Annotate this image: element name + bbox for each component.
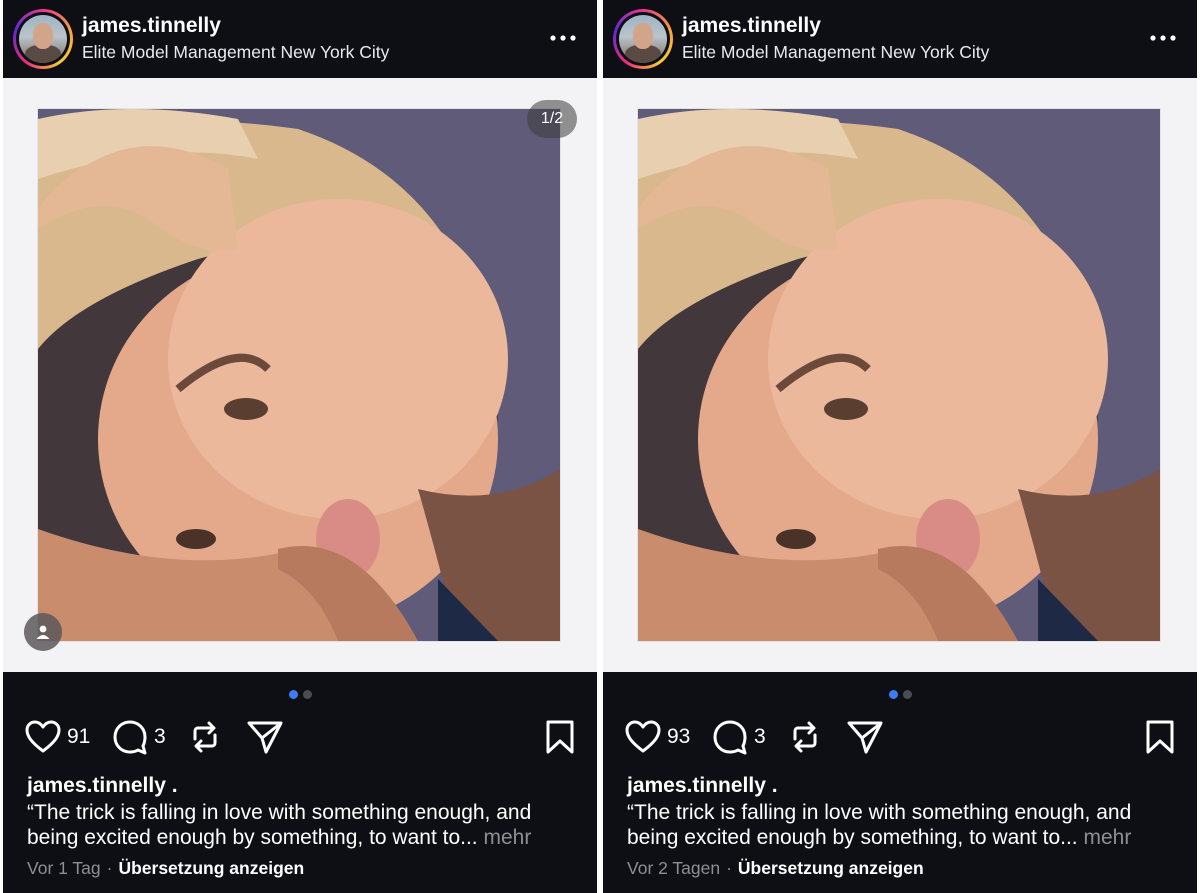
post-meta: Vor 1 Tag · Übersetzung anzeigen xyxy=(27,858,304,879)
save-button[interactable] xyxy=(1145,716,1175,758)
post-header: james.tinnelly Elite Model Management Ne… xyxy=(603,0,1197,78)
post-media[interactable] xyxy=(603,78,1197,672)
polaroid-frame xyxy=(37,108,561,642)
user-tag-icon[interactable] xyxy=(24,613,62,651)
comment-button[interactable]: 3 xyxy=(112,716,166,758)
comment-bubble-icon xyxy=(113,720,147,755)
paper-plane-icon xyxy=(847,721,883,754)
more-link[interactable]: mehr xyxy=(483,826,531,849)
location-label[interactable]: Elite Model Management New York City xyxy=(82,42,389,63)
caption-line: being excited enough by something, to wa… xyxy=(27,826,478,849)
translate-link[interactable]: Übersetzung anzeigen xyxy=(118,858,304,878)
post-photo xyxy=(38,109,560,641)
post-meta: Vor 2 Tagen · Übersetzung anzeigen xyxy=(627,858,924,879)
post-media[interactable]: 1/2 xyxy=(3,78,597,672)
like-button[interactable]: 93 xyxy=(625,716,690,758)
bookmark-icon xyxy=(546,720,574,754)
caption-line: “The trick is falling in love with somet… xyxy=(27,801,532,824)
caption-text: “The trick is falling in love with somet… xyxy=(627,800,1187,850)
meta-separator: · xyxy=(106,858,113,878)
polaroid-frame xyxy=(637,108,1161,642)
more-horizontal-icon[interactable] xyxy=(549,26,577,50)
avatar[interactable] xyxy=(13,9,73,69)
carousel-indicator xyxy=(3,690,597,700)
paper-plane-icon xyxy=(247,721,283,754)
caption-line: “The trick is falling in love with somet… xyxy=(627,801,1132,824)
carousel-dot xyxy=(888,690,898,699)
more-link[interactable]: mehr xyxy=(1083,826,1131,849)
action-bar: 93 3 xyxy=(603,716,1197,758)
heart-icon xyxy=(625,720,661,753)
like-count: 91 xyxy=(67,725,91,748)
comment-button[interactable]: 3 xyxy=(712,716,766,758)
image-counter-badge: 1/2 xyxy=(527,100,577,138)
post-timestamp: Vor 2 Tagen xyxy=(627,858,721,878)
share-button[interactable] xyxy=(246,716,284,758)
avatar[interactable] xyxy=(613,9,673,69)
meta-separator: · xyxy=(726,858,732,878)
caption-line: being excited enough by something, to wa… xyxy=(627,826,1078,849)
post-card-1: james.tinnelly Elite Model Management Ne… xyxy=(3,0,597,893)
caption-text: “The trick is falling in love with somet… xyxy=(27,800,587,850)
action-bar: 91 3 xyxy=(3,716,597,758)
comment-count: 3 xyxy=(754,725,766,748)
repost-icon xyxy=(793,721,817,753)
carousel-dot xyxy=(288,690,298,699)
post-card-2: james.tinnelly Elite Model Management Ne… xyxy=(603,0,1197,893)
location-label[interactable]: Elite Model Management New York City xyxy=(682,42,989,63)
caption-username[interactable]: james.tinnelly . xyxy=(627,774,778,798)
heart-icon xyxy=(25,720,61,753)
like-count: 93 xyxy=(667,725,691,748)
save-button[interactable] xyxy=(545,716,575,758)
post-header: james.tinnelly Elite Model Management Ne… xyxy=(3,0,597,78)
comment-bubble-icon xyxy=(713,720,747,755)
carousel-dot xyxy=(902,690,912,699)
carousel-dot xyxy=(302,690,312,699)
caption-username[interactable]: james.tinnelly . xyxy=(27,774,178,798)
post-timestamp: Vor 1 Tag xyxy=(27,858,101,878)
more-horizontal-icon[interactable] xyxy=(1149,26,1177,50)
username[interactable]: james.tinnelly xyxy=(682,14,821,38)
carousel-indicator xyxy=(603,690,1197,700)
username[interactable]: james.tinnelly xyxy=(82,14,221,38)
like-button[interactable]: 91 xyxy=(25,716,90,758)
translate-link[interactable]: Übersetzung anzeigen xyxy=(738,858,924,878)
comment-count: 3 xyxy=(154,725,166,748)
repost-button[interactable] xyxy=(787,716,823,758)
bookmark-icon xyxy=(1146,720,1174,754)
share-button[interactable] xyxy=(846,716,884,758)
repost-button[interactable] xyxy=(187,716,223,758)
repost-icon xyxy=(193,721,217,753)
post-photo xyxy=(638,109,1160,641)
